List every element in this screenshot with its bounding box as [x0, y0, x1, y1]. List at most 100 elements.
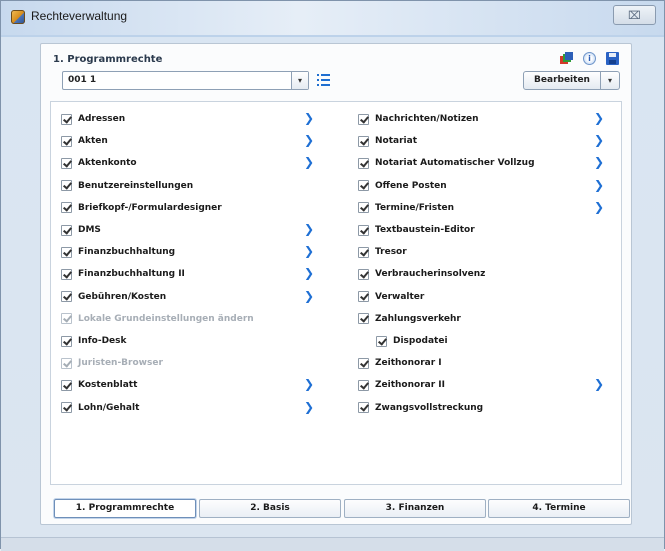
- chevron-right-icon[interactable]: ❯: [594, 378, 604, 390]
- tab-2-basis[interactable]: 2. Basis: [199, 499, 341, 518]
- right-label: Finanzbuchhaltung II: [78, 269, 185, 280]
- right-item-verbraucherinsolvenz: Verbraucherinsolvenz: [358, 266, 485, 282]
- chevron-right-icon[interactable]: ❯: [594, 134, 604, 146]
- checkbox[interactable]: [61, 379, 72, 391]
- right-item-notariat: Notariat: [358, 133, 417, 149]
- right-label: Gebühren/Kosten: [78, 291, 167, 302]
- checkbox[interactable]: [61, 135, 72, 147]
- rights-list: Adressen ❯ Akten ❯ Aktenkonto ❯ Benutzereinste…: [50, 101, 622, 485]
- chevron-right-icon[interactable]: ❯: [304, 290, 314, 302]
- right-item-kostenblatt: Kostenblatt: [61, 377, 137, 393]
- checkbox[interactable]: [61, 157, 72, 169]
- right-label: Zahlungsverkehr: [375, 313, 461, 324]
- save-icon[interactable]: [606, 52, 619, 65]
- right-item-adressen: Adressen: [61, 111, 125, 127]
- right-label: Zwangsvollstreckung: [375, 402, 484, 413]
- right-item-notariat-automatischer-vollzug: Notariat Automatischer Vollzug: [358, 155, 535, 171]
- right-item-briefkopf-formulardesigner: Briefkopf-/Formulardesigner: [61, 200, 222, 216]
- right-label: Notariat Automatischer Vollzug: [375, 158, 535, 169]
- checkbox[interactable]: [61, 224, 72, 236]
- checkbox[interactable]: [358, 224, 369, 236]
- right-label: Notariat: [375, 136, 417, 147]
- right-item-zwangsvollstreckung: Zwangsvollstreckung: [358, 400, 483, 416]
- checkbox[interactable]: [358, 291, 369, 303]
- tab-1-programmrechte[interactable]: 1. Programmrechte: [54, 499, 196, 518]
- right-label: Termine/Fristen: [375, 202, 455, 213]
- window-title: Rechteverwaltung: [31, 9, 128, 23]
- right-label: Offene Posten: [375, 180, 447, 191]
- user-select-value: 001 1: [68, 75, 97, 85]
- right-label: Lohn/Gehalt: [78, 402, 140, 413]
- tab-bar: 1. Programmrechte 2. Basis 3. Finanzen 4. T…: [54, 499, 632, 519]
- right-label: Aktenkonto: [78, 158, 137, 169]
- app-icon: [11, 10, 25, 24]
- chevron-right-icon[interactable]: ❯: [304, 223, 314, 235]
- right-item-verwalter: Verwalter: [358, 289, 424, 305]
- checkbox[interactable]: [61, 402, 72, 414]
- rights-window: Rechteverwaltung ⌧ 1. Programmrechte i 0…: [0, 0, 665, 551]
- close-button[interactable]: ⌧: [613, 5, 656, 25]
- checkbox[interactable]: [358, 180, 369, 192]
- chevron-right-icon[interactable]: ❯: [594, 156, 604, 168]
- checkbox[interactable]: [358, 313, 369, 325]
- checkbox[interactable]: [358, 379, 369, 391]
- info-icon[interactable]: i: [583, 52, 596, 65]
- right-label: Info-Desk: [78, 336, 127, 346]
- right-label: Verwalter: [375, 291, 425, 302]
- checkbox[interactable]: [358, 357, 369, 369]
- edit-button[interactable]: Bearbeiten: [523, 71, 601, 90]
- checkbox[interactable]: [61, 335, 72, 347]
- right-item-zeithonorar-ii: Zeithonorar II: [358, 377, 445, 393]
- stacked-windows-icon[interactable]: [560, 52, 573, 65]
- right-item-zeithonorar-i: Zeithonorar I: [358, 355, 442, 371]
- chevron-right-icon[interactable]: ❯: [594, 201, 604, 213]
- right-label: Benutzereinstellungen: [78, 180, 194, 191]
- right-item-termine-fristen: Termine/Fristen: [358, 200, 454, 216]
- edit-dropdown-button[interactable]: ▾: [601, 71, 620, 90]
- checkbox[interactable]: [61, 246, 72, 258]
- checkbox[interactable]: [358, 246, 369, 258]
- checkbox[interactable]: [61, 180, 72, 192]
- chevron-right-icon[interactable]: ❯: [594, 179, 604, 191]
- right-item-lohn-gehalt: Lohn/Gehalt: [61, 400, 139, 416]
- program-rights-panel: 1. Programmrechte i 001 1 ▾ Bearbeiten ▾…: [40, 43, 632, 525]
- checkbox[interactable]: [358, 157, 369, 169]
- right-label: Juristen-Browser: [78, 358, 163, 369]
- checkbox[interactable]: [61, 202, 72, 214]
- tab-4-termine[interactable]: 4. Termine: [488, 499, 630, 518]
- checkbox: [61, 357, 72, 369]
- right-label: Kostenblatt: [78, 380, 138, 391]
- right-item-finanzbuchhaltung: Finanzbuchhaltung: [61, 244, 175, 260]
- tab-3-finanzen[interactable]: 3. Finanzen: [344, 499, 486, 518]
- chevron-right-icon[interactable]: ❯: [304, 267, 314, 279]
- chevron-down-icon: ▾: [607, 76, 612, 85]
- checkbox[interactable]: [358, 202, 369, 214]
- right-item-nachrichten-notizen: Nachrichten/Notizen: [358, 111, 479, 127]
- close-icon: ⌧: [628, 8, 641, 22]
- right-label: Finanzbuchhaltung: [78, 247, 176, 258]
- user-select[interactable]: 001 1 ▾: [62, 71, 309, 90]
- chevron-right-icon[interactable]: ❯: [304, 378, 314, 390]
- title-bar: Rechteverwaltung ⌧: [1, 1, 664, 35]
- right-label: Nachrichten/Notizen: [375, 114, 479, 124]
- right-item-juristen-browser: Juristen-Browser: [61, 355, 163, 371]
- checkbox[interactable]: [358, 402, 369, 414]
- right-label: Adressen: [78, 114, 126, 124]
- chevron-right-icon[interactable]: ❯: [594, 112, 604, 124]
- chevron-down-icon[interactable]: ▾: [291, 72, 308, 89]
- chevron-right-icon[interactable]: ❯: [304, 245, 314, 257]
- chevron-right-icon[interactable]: ❯: [304, 401, 314, 413]
- checkbox[interactable]: [358, 135, 369, 147]
- checkbox[interactable]: [358, 113, 369, 125]
- right-label: Tresor: [375, 247, 407, 258]
- checkbox[interactable]: [61, 113, 72, 125]
- list-icon[interactable]: [317, 74, 330, 86]
- panel-toolbar: i: [560, 52, 619, 65]
- chevron-right-icon[interactable]: ❯: [304, 112, 314, 124]
- chevron-right-icon[interactable]: ❯: [304, 134, 314, 146]
- checkbox[interactable]: [358, 268, 369, 280]
- chevron-right-icon[interactable]: ❯: [304, 156, 314, 168]
- checkbox[interactable]: [61, 291, 72, 303]
- checkbox[interactable]: [376, 335, 387, 347]
- checkbox[interactable]: [61, 268, 72, 280]
